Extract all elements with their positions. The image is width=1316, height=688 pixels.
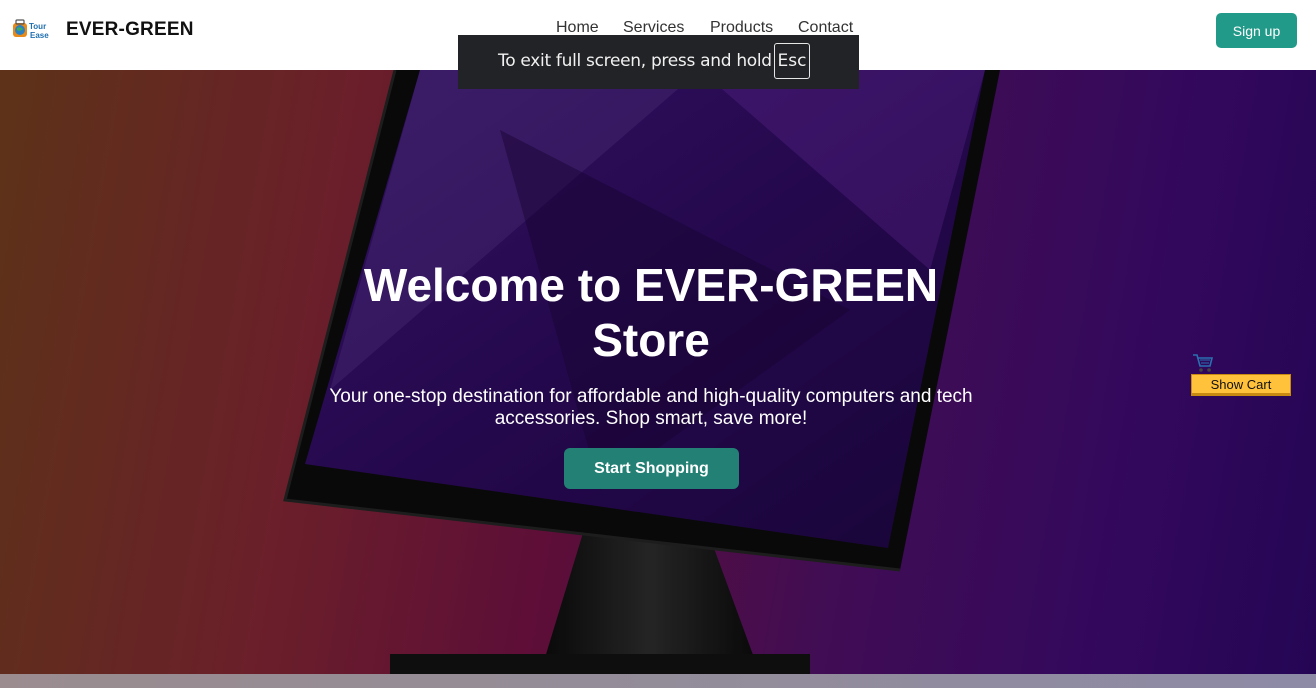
floating-cart-widget: Show Cart	[1186, 352, 1296, 402]
start-shopping-button[interactable]: Start Shopping	[564, 448, 739, 489]
fullscreen-exit-notice: To exit full screen, press and hold Esc	[458, 35, 859, 89]
svg-text:Ease: Ease	[30, 31, 49, 40]
shopping-cart-icon[interactable]	[1192, 352, 1214, 374]
esc-key-hint: Esc	[774, 43, 810, 79]
brand-name: EVER-GREEN	[66, 19, 194, 40]
sign-up-button[interactable]: Sign up	[1216, 13, 1297, 48]
hero-overlay	[0, 70, 1316, 674]
hero-subtitle: Your one-stop destination for affordable…	[329, 386, 973, 429]
show-cart-button[interactable]: Show Cart	[1191, 374, 1291, 396]
hero-section: Welcome to EVER-GREEN Store Your one-sto…	[0, 70, 1316, 674]
tour-ease-logo[interactable]: Tour Ease	[11, 17, 51, 43]
svg-text:Tour: Tour	[29, 22, 46, 31]
next-section-edge	[0, 674, 1316, 688]
hero-title: Welcome to EVER-GREEN Store	[363, 259, 939, 366]
fullscreen-notice-text: To exit full screen, press and hold	[498, 51, 772, 71]
